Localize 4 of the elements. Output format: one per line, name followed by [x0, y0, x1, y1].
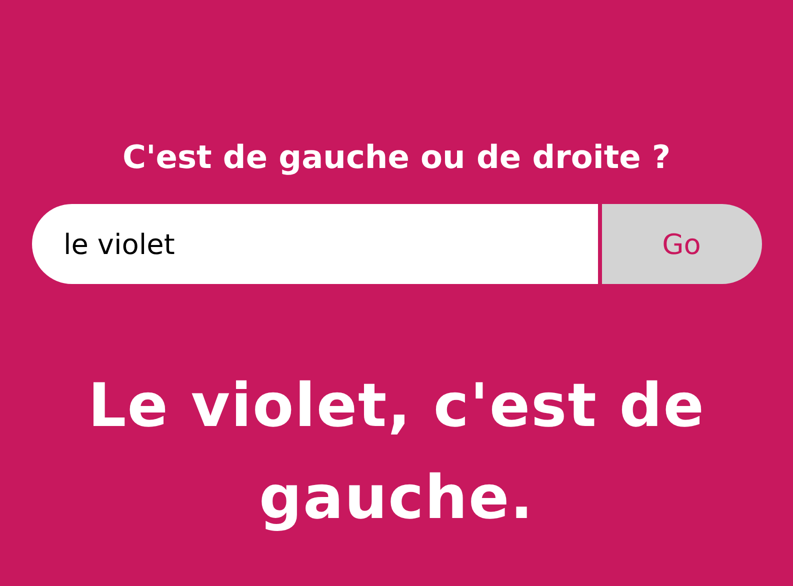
answer-text: Le violet, c'est de gauche.: [87, 370, 706, 535]
question-heading: C'est de gauche ou de droite ?: [122, 138, 671, 176]
go-button[interactable]: Go: [602, 204, 762, 284]
search-field[interactable]: le violet: [32, 204, 598, 284]
